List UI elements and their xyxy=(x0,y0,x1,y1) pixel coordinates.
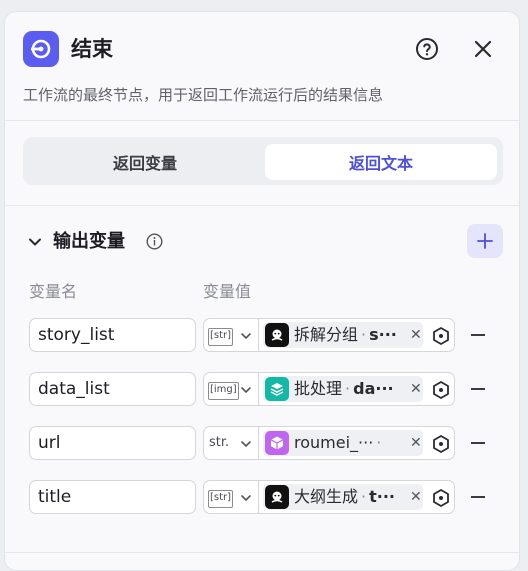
agent-icon xyxy=(265,323,289,347)
variable-reference-icon xyxy=(433,327,449,345)
info-icon[interactable] xyxy=(146,233,163,250)
close-icon[interactable] xyxy=(471,37,495,61)
chevron-down-icon xyxy=(241,387,251,394)
variable-value-field[interactable]: 大纲生成 · t··· ✕ xyxy=(258,480,455,514)
agent-icon xyxy=(265,485,289,509)
variable-name-input[interactable]: data_list xyxy=(29,372,196,406)
tab-return-text[interactable]: 返回文本 xyxy=(265,144,497,180)
cube-icon xyxy=(265,431,289,455)
type-select[interactable]: [str] xyxy=(203,480,259,514)
variable-row: data_list [img] 批处理 · da··· ✕ xyxy=(5,372,519,408)
type-label: [img] xyxy=(208,382,239,400)
output-variables-title: 输出变量 xyxy=(53,231,125,252)
column-header-value: 变量值 xyxy=(203,282,252,301)
variable-reference-icon xyxy=(433,381,449,399)
chevron-down-icon xyxy=(241,441,251,448)
variable-reference-icon xyxy=(433,435,449,453)
end-node-icon xyxy=(23,31,59,67)
reference-label: 拆解分组 · s··· xyxy=(294,325,397,344)
reference-label: 批处理 · da··· xyxy=(294,379,394,398)
output-mode-tabs: 返回变量 返回文本 xyxy=(23,137,503,185)
help-icon[interactable] xyxy=(415,37,439,61)
tab-return-variables[interactable]: 返回变量 xyxy=(29,144,261,180)
chevron-down-icon xyxy=(241,333,251,340)
variable-value-field[interactable]: 批处理 · da··· ✕ xyxy=(258,372,455,406)
plus-icon xyxy=(477,233,493,249)
clear-reference-icon[interactable]: ✕ xyxy=(410,430,422,456)
type-select[interactable]: [img] xyxy=(203,372,259,406)
type-select[interactable]: [str] xyxy=(203,318,259,352)
bottom-divider xyxy=(5,552,519,553)
minus-icon xyxy=(471,442,485,444)
reference-tag: 批处理 · da··· ✕ xyxy=(263,376,423,402)
minus-icon xyxy=(471,334,485,336)
reference-tag: 大纲生成 · t··· ✕ xyxy=(263,484,423,510)
variable-name-input[interactable]: url xyxy=(29,426,196,460)
reference-label: 大纲生成 · t··· xyxy=(294,487,395,506)
column-header-name: 变量名 xyxy=(29,282,78,301)
chevron-down-icon[interactable] xyxy=(27,234,43,250)
reference-tag: 拆解分组 · s··· ✕ xyxy=(263,322,423,348)
reference-label: roumei_··· · xyxy=(294,433,382,452)
clear-reference-icon[interactable]: ✕ xyxy=(410,484,422,510)
clear-reference-icon[interactable]: ✕ xyxy=(410,376,422,402)
type-select[interactable]: str. xyxy=(203,426,259,460)
section-divider xyxy=(5,205,519,206)
minus-icon xyxy=(471,496,485,498)
minus-icon xyxy=(471,388,485,390)
variable-name-input[interactable]: story_list xyxy=(29,318,196,352)
type-label: [str] xyxy=(208,490,234,508)
node-description: 工作流的最终节点，用于返回工作流运行后的结果信息 xyxy=(23,86,384,104)
batch-icon xyxy=(265,377,289,401)
add-variable-button[interactable] xyxy=(467,224,503,258)
type-label: [str] xyxy=(208,328,234,346)
chevron-down-icon xyxy=(241,495,251,502)
reference-tag: roumei_··· · ✕ xyxy=(263,430,423,456)
type-label: str. xyxy=(209,435,230,450)
node-header: 结束 工作流的最终节点，用于返回工作流运行后的结果信息 xyxy=(5,12,519,121)
variable-value-field[interactable]: roumei_··· · ✕ xyxy=(258,426,455,460)
variable-value-field[interactable]: 拆解分组 · s··· ✕ xyxy=(258,318,455,352)
variable-name-input[interactable]: title xyxy=(29,480,196,514)
end-node-panel: 结束 工作流的最终节点，用于返回工作流运行后的结果信息 返回变量 返回文本 输出… xyxy=(4,11,520,571)
node-title: 结束 xyxy=(71,37,113,61)
clear-reference-icon[interactable]: ✕ xyxy=(410,322,422,348)
variable-row: story_list [str] 拆解分组 · s··· ✕ xyxy=(5,318,519,354)
variable-row: url str. roumei_··· · ✕ xyxy=(5,426,519,462)
variable-row: title [str] 大纲生成 · t··· ✕ xyxy=(5,480,519,516)
variable-reference-icon xyxy=(433,489,449,507)
